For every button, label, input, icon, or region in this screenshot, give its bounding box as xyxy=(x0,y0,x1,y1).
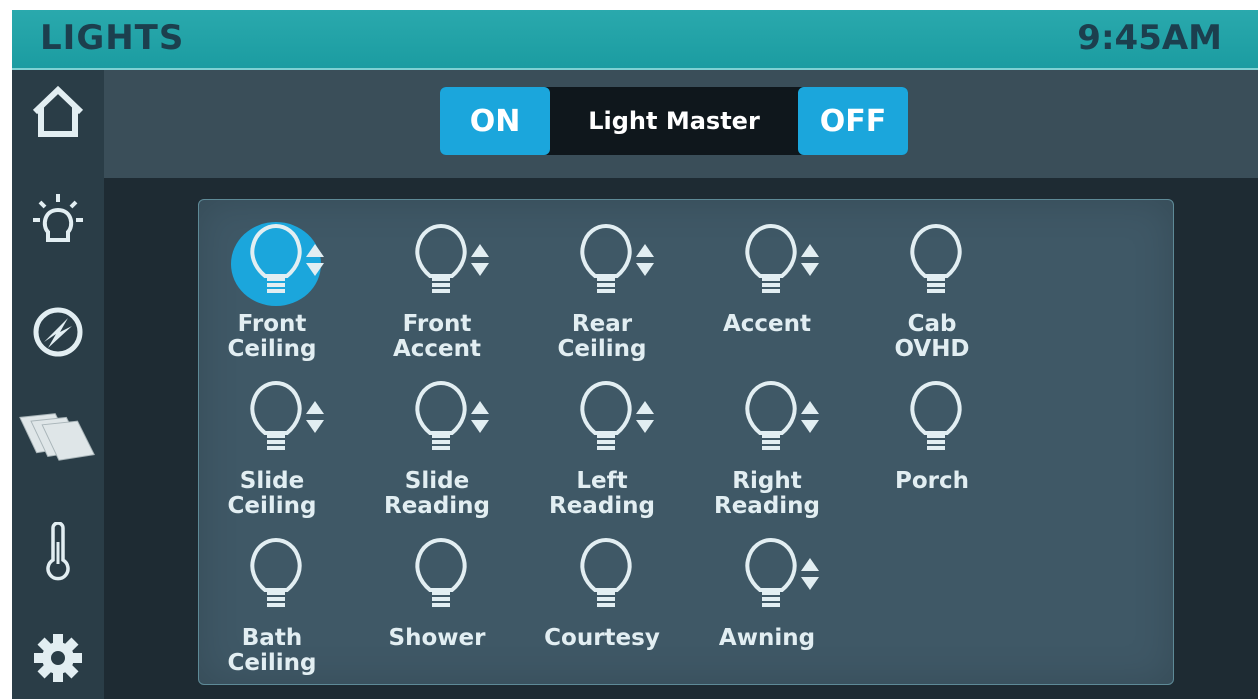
dimmable-bulb-icon xyxy=(726,371,836,465)
light-label: Courtesy xyxy=(544,625,660,651)
bulb-icon xyxy=(231,528,341,622)
sidebar xyxy=(12,70,104,699)
light-label: Front Accent xyxy=(392,311,482,362)
bulb-button[interactable] xyxy=(547,528,697,618)
light-tile[interactable]: Right Reading xyxy=(712,371,862,521)
bulb-button[interactable] xyxy=(382,528,532,618)
main-area: ON Light Master OFF Front Ceiling Front A… xyxy=(104,70,1258,699)
screen: LIGHTS 9:45AM ON Light Master OFF Front … xyxy=(12,10,1258,699)
light-tile[interactable]: Bath Ceiling xyxy=(217,528,367,678)
light-label: Porch xyxy=(894,468,969,494)
home-icon xyxy=(32,85,84,137)
bulb-rays-icon xyxy=(33,194,83,242)
light-label: Accent xyxy=(722,311,812,337)
light-tile[interactable]: Accent xyxy=(712,214,862,364)
dimmable-bulb-icon xyxy=(726,528,836,622)
bulb-button[interactable] xyxy=(877,371,1027,461)
bulb-icon xyxy=(891,214,1001,308)
light-tile[interactable]: Porch xyxy=(877,371,1027,521)
clock: 9:45AM xyxy=(1077,18,1222,58)
light-master-label: Light Master xyxy=(588,107,760,135)
bulb-button[interactable] xyxy=(877,214,1027,304)
light-tile[interactable]: Left Reading xyxy=(547,371,697,521)
thermometer-icon xyxy=(46,522,70,581)
light-label: Bath Ceiling xyxy=(227,625,317,676)
light-label: Front Ceiling xyxy=(227,311,317,362)
light-tile[interactable]: Rear Ceiling xyxy=(547,214,697,364)
bulb-button[interactable] xyxy=(217,371,367,461)
master-strip: ON Light Master OFF xyxy=(104,70,1258,178)
light-label: Right Reading xyxy=(713,468,820,519)
bulb-button[interactable] xyxy=(217,214,367,306)
gear-icon xyxy=(34,634,82,682)
light-tile[interactable]: Shower xyxy=(382,528,532,678)
bulb-button[interactable] xyxy=(382,371,532,461)
bulb-icon xyxy=(561,528,671,622)
bulb-button[interactable] xyxy=(547,214,697,304)
light-label: Cab OVHD xyxy=(894,311,970,362)
dimmable-bulb-icon xyxy=(231,214,341,308)
master-on-button[interactable]: ON xyxy=(440,87,550,155)
dimmable-bulb-icon xyxy=(561,371,671,465)
light-tile[interactable]: Cab OVHD xyxy=(877,214,1027,364)
page-title: LIGHTS xyxy=(40,18,185,58)
light-label: Slide Ceiling xyxy=(227,468,317,519)
light-tile[interactable]: Front Ceiling xyxy=(217,214,367,364)
sidebar-item-slides[interactable] xyxy=(18,396,98,476)
light-tile[interactable]: Slide Ceiling xyxy=(217,371,367,521)
light-label: Slide Reading xyxy=(383,468,490,519)
master-off-button[interactable]: OFF xyxy=(798,87,908,155)
bulb-button[interactable] xyxy=(712,214,862,304)
top-bar: LIGHTS 9:45AM xyxy=(12,10,1258,70)
light-tile[interactable]: Courtesy xyxy=(544,528,697,678)
sidebar-item-power[interactable] xyxy=(18,292,98,372)
dimmable-bulb-icon xyxy=(396,371,506,465)
bulb-button[interactable] xyxy=(547,371,697,461)
sidebar-item-climate[interactable] xyxy=(18,512,98,592)
light-master-control: ON Light Master OFF xyxy=(440,87,908,155)
sidebar-item-home[interactable] xyxy=(18,72,98,152)
light-label: Rear Ceiling xyxy=(557,311,647,362)
light-label: Awning xyxy=(718,625,816,651)
bulb-button[interactable] xyxy=(217,528,367,618)
light-label: Left Reading xyxy=(548,468,655,519)
light-tile[interactable]: Front Accent xyxy=(382,214,532,364)
bulb-icon xyxy=(891,371,1001,465)
dimmable-bulb-icon xyxy=(231,371,341,465)
sidebar-item-settings[interactable] xyxy=(18,618,98,698)
dimmable-bulb-icon xyxy=(396,214,506,308)
dimmable-bulb-icon xyxy=(561,214,671,308)
sidebar-item-lights[interactable] xyxy=(18,180,98,260)
bulb-button[interactable] xyxy=(712,528,862,618)
light-tile[interactable]: Slide Reading xyxy=(382,371,532,521)
bulb-button[interactable] xyxy=(712,371,862,461)
dimmable-bulb-icon xyxy=(726,214,836,308)
lights-panel: Front Ceiling Front Accent Rear Ceiling Acc… xyxy=(198,199,1174,685)
bulb-icon xyxy=(396,528,506,622)
bulb-button[interactable] xyxy=(382,214,532,304)
light-label: Shower xyxy=(388,625,486,651)
light-tile[interactable]: Awning xyxy=(712,528,862,678)
slide-panels-icon xyxy=(19,413,95,461)
power-bolt-icon xyxy=(33,307,83,357)
